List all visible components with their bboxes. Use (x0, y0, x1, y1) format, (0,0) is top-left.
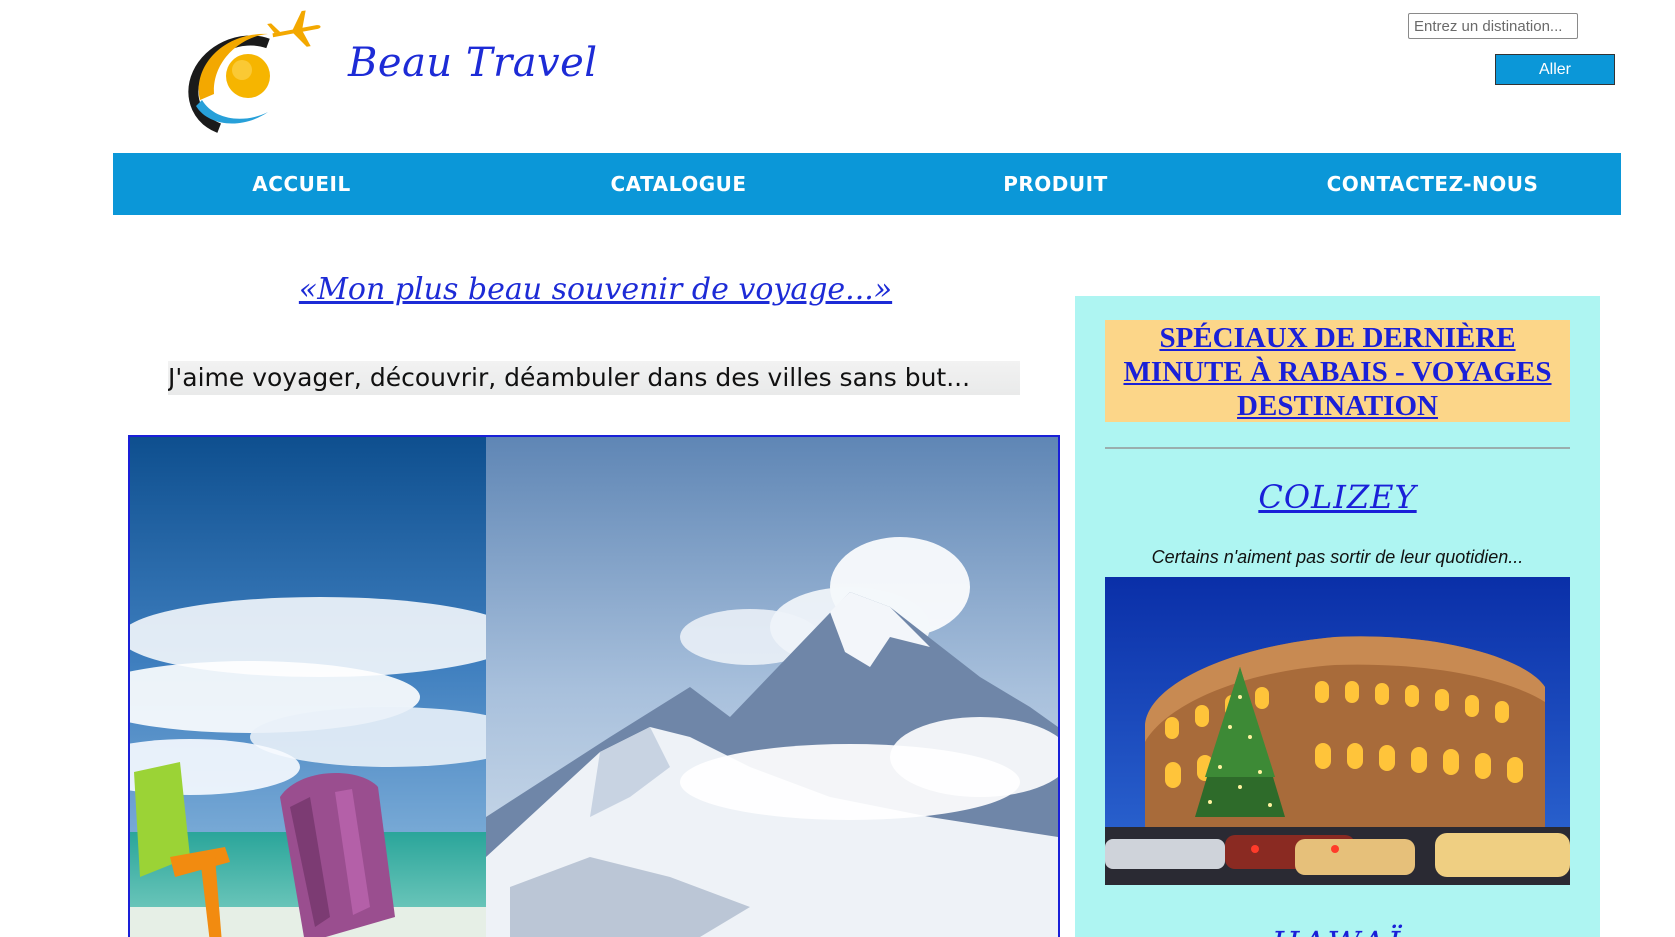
search-input[interactable] (1408, 13, 1578, 39)
nav-item-catalogue[interactable]: CATALOGUE (490, 153, 867, 215)
page-title-link[interactable]: «Mon plus beau souvenir de voyage...» (128, 272, 1063, 307)
lead-text: J'aime voyager, découvrir, déambuler dan… (168, 361, 1020, 395)
destination-title-colizey[interactable]: COLIZEY (1105, 478, 1570, 516)
brand-name[interactable]: Beau Travel (348, 40, 598, 86)
destination-caption: Certains n'aiment pas sortir de leur quo… (1151, 547, 1524, 567)
nav-item-contactez-nous[interactable]: CONTACTEZ-NOUS (1244, 153, 1621, 215)
main-nav: ACCUEIL CATALOGUE PRODUIT CONTACTEZ-NOUS (113, 153, 1621, 215)
sidebar-divider (1105, 447, 1570, 449)
nav-item-accueil[interactable]: ACCUEIL (113, 153, 490, 215)
sidebar: SPÉCIAUX DE DERNIÈRE MINUTE À RABAIS - V… (1075, 296, 1600, 937)
travel-photo-collage (128, 435, 1060, 937)
go-button[interactable]: Aller (1495, 54, 1615, 85)
promo-box: SPÉCIAUX DE DERNIÈRE MINUTE À RABAIS - V… (1105, 320, 1570, 422)
promo-link[interactable]: SPÉCIAUX DE DERNIÈRE MINUTE À RABAIS - V… (1105, 320, 1570, 423)
nav-item-produit[interactable]: PRODUIT (867, 153, 1244, 215)
beach-photo (130, 437, 530, 937)
colosseum-photo (1105, 577, 1570, 885)
page: Beau Travel Aller ACCUEIL CATALOGUE PROD… (0, 0, 1675, 937)
destination-title-hawai[interactable]: HAWAÏ (1105, 924, 1570, 937)
mountain-photo (486, 437, 1058, 937)
plane-sun-logo-icon[interactable] (172, 8, 332, 138)
